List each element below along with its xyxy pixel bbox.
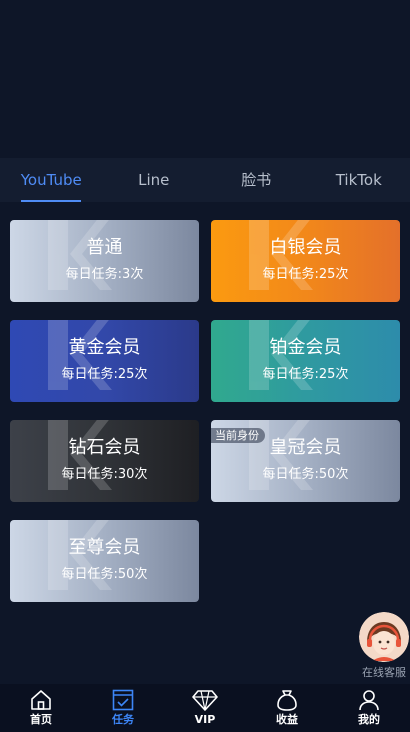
nav-label: 任务 <box>112 713 134 726</box>
level-name: 皇冠会员 <box>269 437 342 458</box>
level-name: 铂金会员 <box>269 337 342 358</box>
level-card-crown[interactable]: 当前身份 皇冠会员 每日任务:50次 <box>211 420 400 502</box>
level-card-supreme[interactable]: 至尊会员 每日任务:50次 <box>10 520 199 602</box>
level-task: 每日任务:30次 <box>61 467 148 482</box>
nav-earnings[interactable]: 收益 <box>246 684 328 732</box>
level-task: 每日任务:25次 <box>262 267 349 282</box>
nav-label: 首页 <box>30 713 52 726</box>
tab-tiktok[interactable]: TikTok <box>308 158 410 202</box>
money-bag-icon <box>277 690 297 711</box>
level-name: 白银会员 <box>269 237 342 258</box>
level-task: 每日任务:25次 <box>262 367 349 382</box>
level-card-normal[interactable]: 普通 每日任务:3次 <box>10 220 199 302</box>
support-label: 在线客服 <box>362 666 406 679</box>
nav-vip[interactable]: VIP <box>164 684 246 732</box>
level-card-diamond[interactable]: 钻石会员 每日任务:30次 <box>10 420 199 502</box>
level-card-silver[interactable]: 白银会员 每日任务:25次 <box>211 220 400 302</box>
level-name: 普通 <box>86 237 123 258</box>
tab-line[interactable]: Line <box>103 158 206 202</box>
level-task: 每日任务:50次 <box>262 467 349 482</box>
platform-tabs: YouTube Line 脸书 TikTok <box>0 158 410 202</box>
level-name: 黄金会员 <box>68 337 141 358</box>
level-card-platinum[interactable]: 铂金会员 每日任务:25次 <box>211 320 400 402</box>
nav-mine[interactable]: 我的 <box>328 684 410 732</box>
tab-youtube[interactable]: YouTube <box>0 158 103 202</box>
nav-label: VIP <box>194 713 216 726</box>
user-icon <box>359 690 379 711</box>
level-task: 每日任务:25次 <box>61 367 148 382</box>
tab-facebook[interactable]: 脸书 <box>205 158 308 202</box>
level-task: 每日任务:50次 <box>61 567 148 582</box>
level-name: 至尊会员 <box>68 537 141 558</box>
nav-label: 收益 <box>276 713 298 726</box>
home-icon <box>31 690 51 710</box>
level-card-gold[interactable]: 黄金会员 每日任务:25次 <box>10 320 199 402</box>
nav-home[interactable]: 首页 <box>0 684 82 732</box>
online-support-button[interactable]: 在线客服 <box>358 612 410 680</box>
level-name: 钻石会员 <box>68 437 141 458</box>
diamond-icon <box>192 690 218 711</box>
bottom-nav: 首页 任务 VIP 收益 我的 <box>0 684 410 732</box>
nav-label: 我的 <box>358 713 380 726</box>
task-icon <box>112 689 134 711</box>
nav-tasks[interactable]: 任务 <box>82 684 164 732</box>
level-task: 每日任务:3次 <box>65 267 144 282</box>
support-agent-icon <box>359 612 409 662</box>
